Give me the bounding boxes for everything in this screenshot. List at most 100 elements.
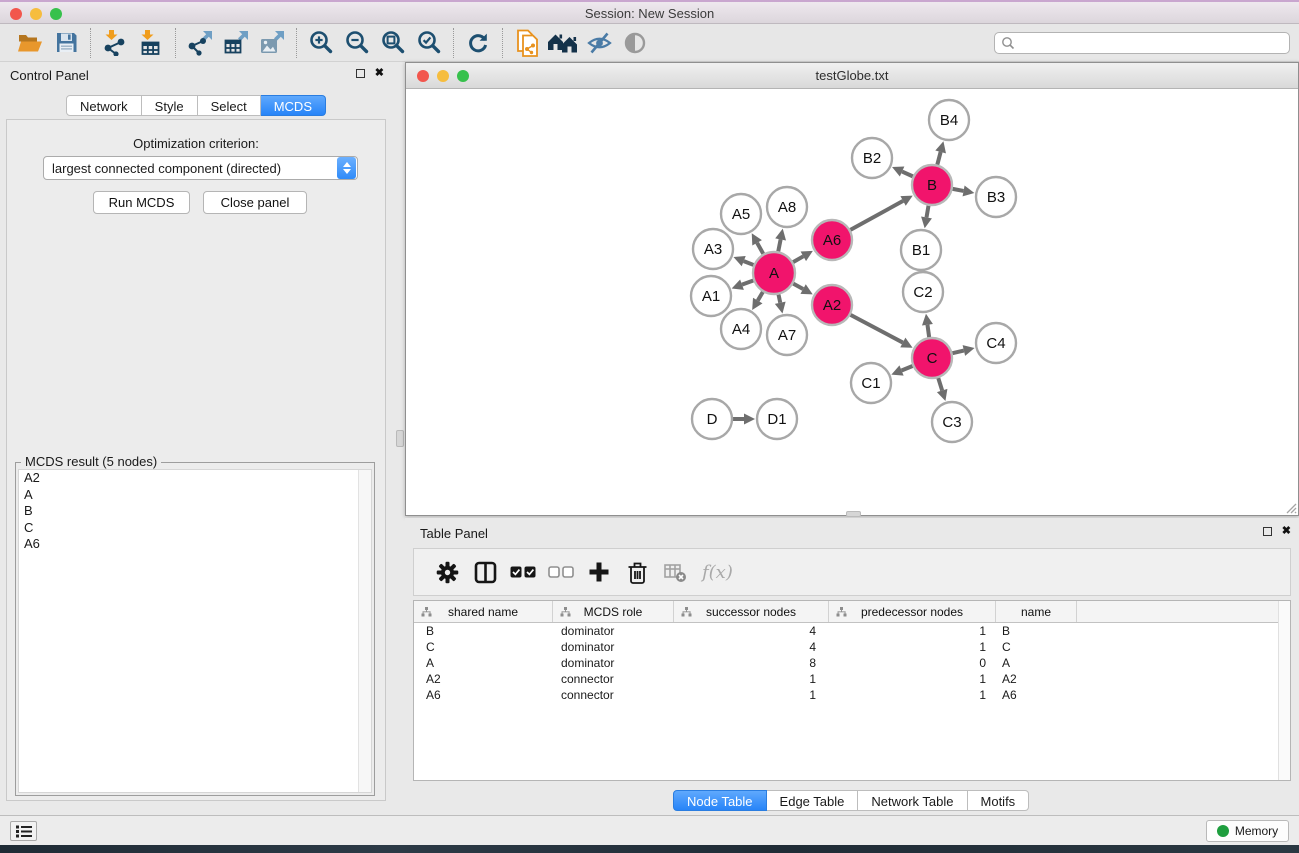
search-field[interactable] (994, 32, 1290, 54)
table-scrollbar[interactable] (1278, 601, 1290, 780)
copy-network-button[interactable] (509, 27, 545, 59)
show-panels-button[interactable] (617, 27, 653, 59)
graph-node-label: A8 (778, 199, 796, 216)
table-row[interactable]: A6connector11A6 (414, 687, 1290, 703)
table-cell: A2 (996, 671, 1077, 687)
graph-edge-A-A7[interactable] (779, 295, 781, 303)
table-cell: C (414, 639, 553, 655)
memory-label: Memory (1235, 824, 1278, 838)
close-panel-button[interactable]: Close panel (203, 191, 307, 214)
close-panel-icon[interactable]: ✖ (375, 68, 384, 79)
add-column-button[interactable] (580, 553, 618, 591)
graph-edge-A6-B[interactable] (850, 201, 903, 230)
mcds-result-item[interactable]: A6 (19, 536, 371, 553)
column-header-predecessor-nodes[interactable]: predecessor nodes (829, 601, 996, 622)
optimization-criterion-select[interactable]: largest connected component (directed) (43, 156, 358, 180)
show-columns-button[interactable] (466, 553, 504, 591)
graph-edge-C-C3[interactable] (938, 378, 942, 390)
mcds-result-item[interactable]: C (19, 520, 371, 537)
table-settings-button[interactable] (428, 553, 466, 591)
graph-node-label: B4 (940, 112, 958, 129)
graph-edge-A-A3[interactable] (744, 261, 754, 265)
table-cell: dominator (553, 639, 674, 655)
graph-edge-arrowhead (937, 389, 947, 401)
vertical-splitter-grip[interactable] (396, 430, 404, 447)
float-panel-icon[interactable] (356, 69, 365, 78)
graph-edge-C-C2[interactable] (927, 325, 929, 337)
mcds-result-item[interactable]: B (19, 503, 371, 520)
graph-edge-A-A2[interactable] (793, 284, 803, 289)
resize-grip-icon[interactable] (1285, 502, 1297, 514)
graph-edge-C-C4[interactable] (952, 351, 963, 354)
refresh-button[interactable] (460, 27, 496, 59)
column-header-shared-name[interactable]: shared name (414, 601, 553, 622)
graph-edge-C-C1[interactable] (902, 366, 913, 371)
list-scrollbar[interactable] (358, 470, 371, 792)
tree-hierarchy-icon (681, 607, 692, 617)
tab-network-table[interactable]: Network Table (858, 790, 967, 811)
save-session-button[interactable] (48, 27, 84, 59)
zoom-out-button[interactable] (339, 27, 375, 59)
column-header-MCDS-role[interactable]: MCDS role (553, 601, 674, 622)
graph-edge-A-A5[interactable] (757, 243, 763, 254)
tab-edge-table[interactable]: Edge Table (767, 790, 859, 811)
import-network-button[interactable] (97, 27, 133, 59)
network-window-title: testGlobe.txt (406, 68, 1298, 83)
tab-motifs[interactable]: Motifs (968, 790, 1030, 811)
graph-node-label: A4 (732, 321, 750, 338)
graph-edge-B-B4[interactable] (937, 152, 940, 165)
tab-style[interactable]: Style (142, 95, 198, 116)
graph-edge-A-A4[interactable] (758, 292, 763, 301)
graph-edge-B-B1[interactable] (927, 206, 929, 218)
graph-edge-arrowhead (963, 345, 975, 356)
mcds-result-item[interactable]: A (19, 487, 371, 504)
float-table-panel-icon[interactable] (1263, 527, 1272, 536)
tab-node-table[interactable]: Node Table (673, 790, 767, 811)
export-table-button[interactable] (218, 27, 254, 59)
table-row[interactable]: A2connector11A2 (414, 671, 1290, 687)
graph-edge-B-B2[interactable] (902, 172, 913, 177)
zoom-selected-button[interactable] (411, 27, 447, 59)
graph-edge-A-A1[interactable] (742, 281, 753, 285)
column-header-successor-nodes[interactable]: successor nodes (674, 601, 829, 622)
graph-edge-A-A8[interactable] (778, 239, 780, 251)
memory-button[interactable]: Memory (1206, 820, 1289, 842)
run-mcds-button[interactable]: Run MCDS (93, 191, 190, 214)
delete-column-button[interactable] (618, 553, 656, 591)
horizontal-splitter-grip[interactable] (846, 511, 861, 517)
network-window-titlebar[interactable]: testGlobe.txt (406, 63, 1298, 89)
graph-edge-arrowhead (744, 414, 755, 425)
graph-node-label: A5 (732, 206, 750, 223)
plus-icon (588, 561, 610, 583)
home-button[interactable] (545, 27, 581, 59)
zoom-in-icon (308, 29, 335, 56)
table-row[interactable]: Cdominator41C (414, 639, 1290, 655)
table-row[interactable]: Bdominator41B (414, 623, 1290, 639)
graph-edge-A2-C[interactable] (851, 315, 903, 343)
tab-select[interactable]: Select (198, 95, 261, 116)
tab-network[interactable]: Network (66, 95, 142, 116)
zoom-in-button[interactable] (303, 27, 339, 59)
table-cell: C (996, 639, 1077, 655)
graph-edge-B-B3[interactable] (953, 189, 964, 191)
select-all-button[interactable] (504, 553, 542, 591)
export-image-button[interactable] (254, 27, 290, 59)
tab-mcds[interactable]: MCDS (261, 95, 326, 116)
search-input[interactable] (1015, 36, 1289, 50)
close-table-panel-icon[interactable]: ✖ (1282, 526, 1291, 537)
tree-hierarchy-icon (421, 607, 432, 617)
export-network-button[interactable] (182, 27, 218, 59)
open-session-button[interactable] (12, 27, 48, 59)
zoom-fit-button[interactable] (375, 27, 411, 59)
graph-edge-A-A6[interactable] (793, 256, 803, 262)
mcds-result-item[interactable]: A2 (19, 470, 371, 487)
column-header-name[interactable]: name (996, 601, 1077, 622)
table-row[interactable]: Adominator80A (414, 655, 1290, 671)
table-cell: 0 (829, 655, 996, 671)
hide-panels-button[interactable] (581, 27, 617, 59)
network-graph-canvas[interactable]: AA1A2A3A4A5A6A7A8BB1B2B3B4CC1C2C3C4DD1 (406, 89, 1298, 515)
trash-icon (627, 561, 648, 584)
deselect-all-button[interactable] (542, 553, 580, 591)
show-log-button[interactable] (10, 821, 37, 841)
import-table-button[interactable] (133, 27, 169, 59)
